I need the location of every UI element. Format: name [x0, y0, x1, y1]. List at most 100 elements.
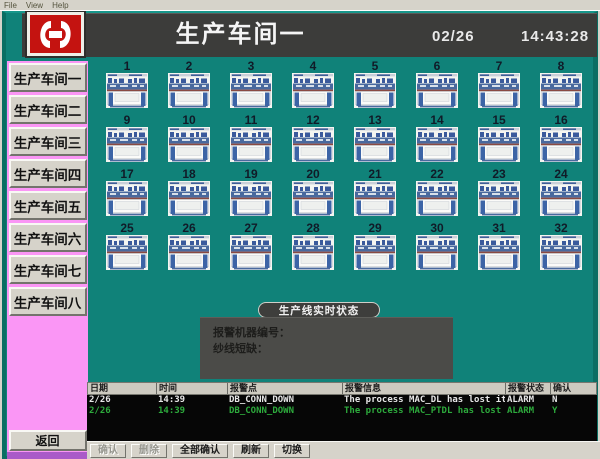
machine-number: 30	[430, 221, 443, 235]
machine-cell[interactable]: 16	[540, 113, 582, 167]
machine-cell[interactable]: 1	[106, 59, 148, 113]
machine-number: 13	[368, 113, 381, 127]
sidebar-item-workshop-2[interactable]: 生产车间二	[9, 95, 87, 124]
machine-cell[interactable]: 30	[416, 221, 458, 275]
machine-number: 19	[244, 167, 257, 181]
machine-icon	[416, 73, 458, 108]
machine-cell[interactable]: 11	[230, 113, 272, 167]
menu-view[interactable]: View	[26, 1, 43, 10]
alarm-cell-1: 14:39	[156, 406, 227, 417]
machine-cell[interactable]: 2	[168, 59, 210, 113]
machine-number: 4	[310, 59, 317, 73]
ack-all-button[interactable]: 全部确认	[172, 444, 228, 458]
machine-cell[interactable]: 3	[230, 59, 272, 113]
delete-button[interactable]: 删除	[131, 444, 167, 458]
ack-button[interactable]: 确认	[90, 444, 126, 458]
alarm-machine-number-label: 报警机器编号：	[213, 325, 453, 341]
machine-icon	[230, 127, 272, 162]
machine-cell[interactable]: 28	[292, 221, 334, 275]
alarm-cell-5: Y	[550, 406, 593, 417]
machine-cell[interactable]: 12	[292, 113, 334, 167]
machine-icon	[292, 127, 334, 162]
alarm-row[interactable]: 2/2614:39DB_CONN_DOWNThe process MAC_PTD…	[87, 406, 597, 417]
column-header-0: 日期	[88, 383, 157, 394]
machine-icon	[416, 181, 458, 216]
machine-number: 24	[554, 167, 567, 181]
machine-cell[interactable]: 23	[478, 167, 520, 221]
header-clock: 14:43:28	[521, 28, 597, 45]
machine-cell[interactable]: 19	[230, 167, 272, 221]
machine-number: 2	[186, 59, 193, 73]
machine-cell[interactable]: 24	[540, 167, 582, 221]
sidebar-item-workshop-4[interactable]: 生产车间四	[9, 159, 87, 188]
machine-icon	[416, 235, 458, 270]
machine-icon	[292, 73, 334, 108]
column-header-1: 时间	[157, 383, 228, 394]
machine-cell[interactable]: 13	[354, 113, 396, 167]
sidebar-item-workshop-5[interactable]: 生产车间五	[9, 191, 87, 220]
alarm-cell-0: 2/26	[87, 395, 156, 406]
menu-help[interactable]: Help	[52, 1, 68, 10]
alarm-cell-3: The process MAC_DL has lost its d..	[342, 395, 505, 406]
machine-cell[interactable]: 26	[168, 221, 210, 275]
machine-icon	[230, 73, 272, 108]
sidebar-item-workshop-1[interactable]: 生产车间一	[9, 63, 87, 92]
machine-cell[interactable]: 27	[230, 221, 272, 275]
machine-number: 18	[182, 167, 195, 181]
sidebar-item-workshop-6[interactable]: 生产车间六	[9, 223, 87, 252]
alarm-cell-1: 14:39	[156, 395, 227, 406]
alarm-row[interactable]: 2/2614:39DB_CONN_DOWNThe process MAC_DL …	[87, 395, 597, 406]
machine-cell[interactable]: 6	[416, 59, 458, 113]
machine-icon	[540, 127, 582, 162]
machine-cell[interactable]: 14	[416, 113, 458, 167]
machine-number: 21	[368, 167, 381, 181]
machine-number: 26	[182, 221, 195, 235]
machine-cell[interactable]: 29	[354, 221, 396, 275]
machine-number: 32	[554, 221, 567, 235]
machine-number: 12	[306, 113, 319, 127]
machine-cell[interactable]: 21	[354, 167, 396, 221]
switch-button[interactable]: 切换	[274, 444, 310, 458]
header-date: 02/26	[432, 28, 496, 45]
machine-icon	[106, 181, 148, 216]
back-button[interactable]: 返回	[9, 430, 87, 451]
machine-cell[interactable]: 31	[478, 221, 520, 275]
machine-number: 16	[554, 113, 567, 127]
machine-cell[interactable]: 18	[168, 167, 210, 221]
machine-number: 27	[244, 221, 257, 235]
refresh-button[interactable]: 刷新	[233, 444, 269, 458]
alarm-cell-4: ALARM	[505, 406, 550, 417]
sidebar-item-workshop-7[interactable]: 生产车间七	[9, 255, 87, 284]
machine-icon	[230, 235, 272, 270]
machine-icon	[106, 235, 148, 270]
alarm-cell-2: DB_CONN_DOWN	[227, 395, 342, 406]
machine-icon	[354, 127, 396, 162]
sidebar-item-workshop-8[interactable]: 生产车间八	[9, 287, 87, 316]
machine-cell[interactable]: 32	[540, 221, 582, 275]
machine-cell[interactable]: 20	[292, 167, 334, 221]
alarm-table-body: 2/2614:39DB_CONN_DOWNThe process MAC_DL …	[87, 395, 597, 417]
machine-cell[interactable]: 17	[106, 167, 148, 221]
machine-cell[interactable]: 7	[478, 59, 520, 113]
bottom-toolbar: 确认删除全部确认刷新切换	[87, 441, 600, 459]
machine-number: 22	[430, 167, 443, 181]
machine-icon	[292, 181, 334, 216]
machine-cell[interactable]: 15	[478, 113, 520, 167]
machine-cell[interactable]: 10	[168, 113, 210, 167]
machine-number: 10	[182, 113, 195, 127]
machine-number: 14	[430, 113, 443, 127]
machine-number: 31	[492, 221, 505, 235]
machine-cell[interactable]: 5	[354, 59, 396, 113]
menu-file[interactable]: File	[4, 1, 17, 10]
machine-number: 23	[492, 167, 505, 181]
machine-cell[interactable]: 25	[106, 221, 148, 275]
machine-cell[interactable]: 8	[540, 59, 582, 113]
machine-cell[interactable]: 22	[416, 167, 458, 221]
machine-icon	[354, 181, 396, 216]
machine-icon	[478, 127, 520, 162]
machine-cell[interactable]: 9	[106, 113, 148, 167]
sidebar-item-workshop-3[interactable]: 生产车间三	[9, 127, 87, 156]
machine-grid: 1	[96, 59, 594, 279]
machine-cell[interactable]: 4	[292, 59, 334, 113]
machine-number: 25	[120, 221, 133, 235]
